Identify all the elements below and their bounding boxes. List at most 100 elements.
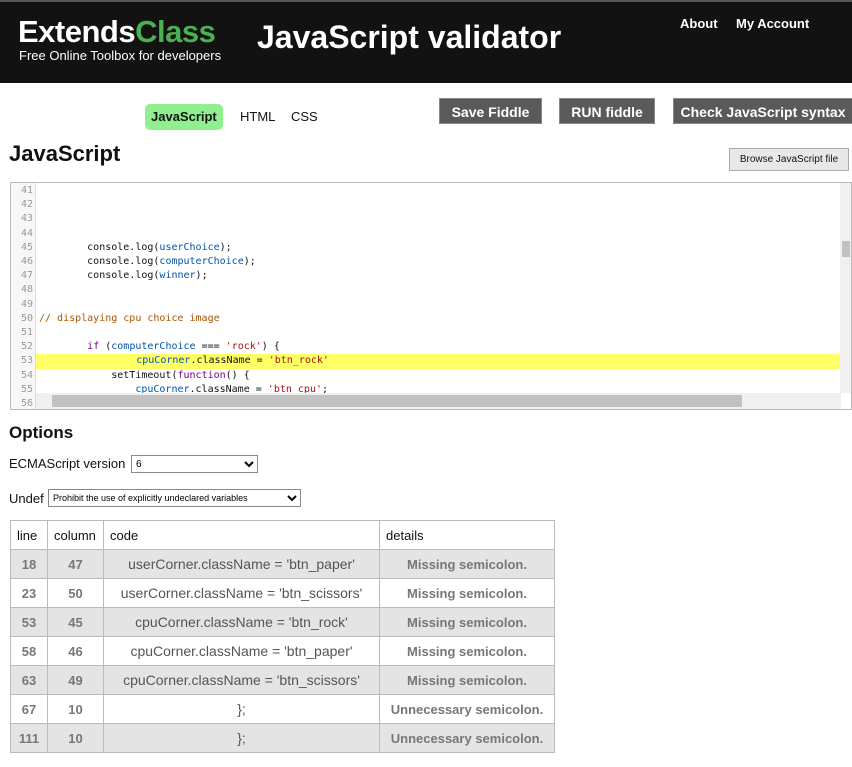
line-number: 56 bbox=[20, 398, 33, 409]
cell-details: Unnecessary semicolon. bbox=[379, 723, 555, 753]
cell-code: userCorner.className = 'btn_paper' bbox=[103, 549, 380, 579]
code-line[interactable]: 41 bbox=[11, 184, 841, 198]
result-row: 67 10}; Unnecessary semicolon. bbox=[10, 694, 555, 724]
tab-html[interactable]: HTML bbox=[234, 104, 281, 130]
cell-code: cpuCorner.className = 'btn_rock' bbox=[103, 607, 380, 637]
section-title: JavaScript bbox=[9, 141, 121, 166]
result-row: 53 45 cpuCorner.className = 'btn_rock' Miss… bbox=[10, 607, 555, 637]
cell-details: Missing semicolon. bbox=[379, 665, 555, 695]
nav-my-account[interactable]: My Account bbox=[736, 16, 809, 31]
line-number: 47 bbox=[20, 270, 33, 282]
cell-code: userCorner.className = 'btn_scissors' bbox=[103, 578, 380, 608]
code-line[interactable]: 46 console.log(computerChoice); bbox=[11, 255, 841, 269]
col-code: code bbox=[103, 520, 380, 550]
cell-column: 49 bbox=[47, 665, 104, 695]
result-row: 63 49 cpuCorner.className = 'btn_scissors'… bbox=[10, 665, 555, 695]
result-row: 111 10}; Unnecessary semicolon. bbox=[10, 723, 555, 753]
line-number: 49 bbox=[20, 298, 33, 310]
code-line[interactable]: 54 setTimeout(function() { bbox=[11, 369, 841, 383]
cell-line: 111 bbox=[10, 723, 48, 753]
cell-column: 45 bbox=[47, 607, 104, 637]
cell-column: 47 bbox=[47, 549, 104, 579]
code-line[interactable]: 45 console.log(userChoice); bbox=[11, 241, 841, 255]
logo-text: Extends bbox=[18, 14, 136, 49]
browse-file-button[interactable]: Browse JavaScript file bbox=[729, 148, 849, 171]
page-title: JavaScript validator bbox=[257, 19, 562, 55]
code-line[interactable]: 49 bbox=[11, 298, 841, 312]
code-text: console.log(winner); bbox=[39, 270, 208, 282]
tagline: Free Online Toolbox for developers bbox=[19, 48, 222, 63]
cell-line: 18 bbox=[10, 549, 48, 579]
code-text: setTimeout(function() { bbox=[39, 369, 250, 381]
cell-details: Unnecessary semicolon. bbox=[379, 694, 555, 724]
line-number: 41 bbox=[20, 185, 33, 196]
code-text: cpuCorner.className = 'btn_rock' bbox=[136, 355, 329, 367]
cell-details: Missing semicolon. bbox=[379, 607, 555, 637]
cell-code: cpuCorner.className = 'btn_paper' bbox=[103, 636, 380, 666]
line-number: 48 bbox=[20, 284, 33, 296]
col-column: column bbox=[47, 520, 104, 550]
line-number: 54 bbox=[20, 369, 33, 381]
col-details: details bbox=[379, 520, 555, 550]
code-line[interactable]: 53 cpuCorner.className = 'btn_rock' bbox=[11, 354, 851, 369]
cell-line: 23 bbox=[10, 578, 48, 608]
results-table: line column code details 18 47 userCorner.… bbox=[10, 520, 555, 753]
line-number: 44 bbox=[20, 227, 33, 239]
code-editor[interactable]: 41 42 43 44 45 console.log(userChoice); 46 co… bbox=[10, 182, 852, 410]
code-text: console.log(computerChoice); bbox=[39, 256, 256, 267]
ecma-label: ECMAScript version bbox=[9, 456, 126, 471]
line-number: 55 bbox=[20, 383, 33, 395]
logo[interactable]: ExtendsClass bbox=[18, 14, 216, 50]
code-line[interactable]: 47 console.log(winner); bbox=[11, 269, 841, 283]
save-fiddle-button[interactable]: Save Fiddle bbox=[439, 98, 542, 124]
logo-text-accent: Class bbox=[135, 14, 216, 49]
line-number: 45 bbox=[20, 241, 33, 253]
cell-code: }; bbox=[103, 723, 380, 753]
nav-about[interactable]: About bbox=[680, 16, 718, 31]
code-line[interactable]: 52 if (computerChoice === 'rock') { bbox=[11, 340, 841, 354]
run-fiddle-button[interactable]: RUN fiddle bbox=[559, 98, 655, 124]
cell-details: Missing semicolon. bbox=[379, 578, 555, 608]
cell-line: 58 bbox=[10, 636, 48, 666]
result-row: 18 47 userCorner.className = 'btn_paper' Mi… bbox=[10, 549, 555, 579]
cell-column: 10 bbox=[47, 723, 104, 753]
check-syntax-button[interactable]: Check JavaScript syntax bbox=[673, 98, 852, 124]
code-line[interactable]: 42 bbox=[11, 198, 841, 212]
code-line[interactable]: 48 bbox=[11, 283, 841, 297]
cell-column: 46 bbox=[47, 636, 104, 666]
vertical-scrollbar[interactable] bbox=[840, 183, 851, 393]
undef-select[interactable]: Prohibit the use of explicitly undeclare… bbox=[48, 489, 301, 507]
cell-details: Missing semicolon. bbox=[379, 636, 555, 666]
cell-line: 67 bbox=[10, 694, 48, 724]
line-number: 52 bbox=[20, 341, 33, 353]
scroll-thumb[interactable] bbox=[842, 241, 850, 257]
line-number: 51 bbox=[20, 327, 33, 338]
cell-line: 63 bbox=[10, 665, 48, 695]
ecma-version-select[interactable]: 6 bbox=[131, 455, 258, 473]
line-number: 43 bbox=[20, 213, 33, 225]
site-header: ExtendsClass Free Online Toolbox for dev… bbox=[0, 0, 852, 83]
undef-label: Undef bbox=[9, 491, 44, 506]
scroll-thumb[interactable] bbox=[52, 395, 742, 407]
code-line[interactable]: 44 bbox=[11, 227, 841, 241]
cell-code: cpuCorner.className = 'btn_scissors' bbox=[103, 665, 380, 695]
result-row: 23 50 userCorner.className = 'btn_scissors… bbox=[10, 578, 555, 608]
code-line[interactable]: 43 bbox=[11, 212, 841, 226]
col-line: line bbox=[10, 520, 48, 550]
code-text: console.log(userChoice); bbox=[39, 241, 232, 253]
code-line[interactable]: 51 bbox=[11, 326, 841, 340]
tab-javascript[interactable]: JavaScript bbox=[145, 104, 223, 130]
tab-css[interactable]: CSS bbox=[285, 104, 324, 130]
cell-details: Missing semicolon. bbox=[379, 549, 555, 579]
cell-code: }; bbox=[103, 694, 380, 724]
cell-column: 10 bbox=[47, 694, 104, 724]
code-text: if (computerChoice === 'rock') { bbox=[87, 341, 280, 353]
line-number: 53 bbox=[11, 354, 33, 369]
code-line[interactable]: 50 // displaying cpu choice image bbox=[11, 312, 841, 326]
horizontal-scrollbar[interactable] bbox=[36, 393, 841, 409]
result-row: 58 46 cpuCorner.className = 'btn_paper' Mis… bbox=[10, 636, 555, 666]
line-number: 46 bbox=[20, 256, 33, 267]
line-number: 42 bbox=[20, 199, 33, 211]
line-number: 50 bbox=[20, 312, 33, 324]
cell-column: 50 bbox=[47, 578, 104, 608]
